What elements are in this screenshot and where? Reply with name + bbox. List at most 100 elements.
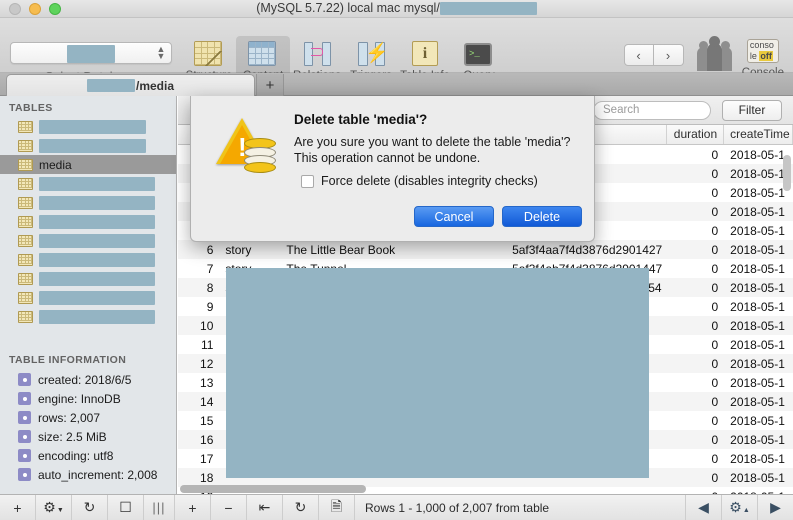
cell-duration: 0	[711, 394, 719, 409]
info-engine-text: engine: InnoDB	[38, 391, 121, 406]
tables-list[interactable]: media	[0, 117, 176, 326]
cell-id: 14	[200, 394, 214, 409]
refresh-rows-button[interactable]: ↻	[283, 495, 319, 520]
table-list-item[interactable]	[0, 136, 176, 155]
remove-row-button[interactable]: −	[211, 495, 247, 520]
table-list-item[interactable]	[0, 174, 176, 193]
info-row-created: created: 2018/6/5	[0, 370, 176, 389]
table-list-item-media[interactable]: media	[0, 155, 176, 174]
table-icon	[18, 139, 33, 152]
table-list-item[interactable]	[0, 193, 176, 212]
cell-id: 11	[200, 337, 214, 352]
dialog-message-line1: Are you sure you want to delete the tabl…	[294, 135, 571, 149]
table-name-label: media	[39, 157, 72, 172]
cell-duration: 0	[711, 470, 719, 485]
vertical-scrollbar-thumb[interactable]	[783, 155, 791, 191]
add-row-button[interactable]: +	[175, 495, 211, 520]
users-icon	[696, 36, 732, 71]
table-list-item[interactable]	[0, 231, 176, 250]
table-icon	[18, 215, 33, 228]
bullet-icon	[18, 411, 31, 424]
force-delete-label: Force delete (disables integrity checks)	[321, 174, 538, 188]
structure-icon	[194, 41, 224, 67]
add-table-button[interactable]: +	[0, 495, 36, 520]
dialog-buttons: Cancel Delete	[414, 206, 582, 227]
horizontal-scrollbar[interactable]	[178, 484, 783, 494]
duplicate-row-button[interactable]: ⇤	[247, 495, 283, 520]
info-rows-text: rows: 2,007	[38, 410, 101, 425]
console-badge-line2: le	[749, 51, 757, 61]
cell-duration: 0	[711, 356, 719, 371]
vertical-scrollbar[interactable]	[783, 147, 792, 477]
table-history-buttons[interactable]: ‹ ›	[623, 44, 684, 66]
search-input[interactable]: Search	[593, 101, 711, 120]
cancel-button[interactable]: Cancel	[414, 206, 494, 227]
table-name-redaction	[39, 138, 146, 153]
select-database-dropdown[interactable]: ▲ ▼	[10, 42, 172, 64]
dialog-message-line2: This operation cannot be undone.	[294, 151, 481, 165]
table-list-item[interactable]	[0, 307, 176, 326]
copy-rows-button[interactable]: 🗎	[319, 495, 355, 520]
tab-active-media[interactable]: /media	[6, 74, 255, 96]
table-list-item[interactable]	[0, 269, 176, 288]
table-row[interactable]: 6 story The Little Bear Book 5af3f4aa7f4d38…	[178, 240, 793, 259]
horizontal-scrollbar-thumb[interactable]	[180, 485, 366, 493]
cell-duration: 0	[711, 242, 719, 257]
force-delete-checkbox[interactable]	[301, 174, 314, 188]
cell-duration: 0	[711, 432, 719, 447]
table-name-redaction	[39, 119, 146, 134]
tab-database-redaction	[86, 79, 135, 92]
cell-id: 9	[206, 299, 214, 314]
table-list-item[interactable]	[0, 117, 176, 136]
next-page-button[interactable]: ▶	[757, 495, 793, 520]
table-list-item[interactable]	[0, 250, 176, 269]
cell-id: 12	[200, 356, 214, 371]
console-badge-line1: conso	[749, 40, 774, 50]
window-title-text: (MySQL 5.7.22) local mac mysql/	[256, 1, 440, 15]
query-terminal-icon: >_	[464, 41, 494, 67]
table-name-redaction	[39, 233, 155, 248]
sidebar-resize-grip[interactable]: |||	[144, 500, 174, 515]
table-information-header: TABLE INFORMATION	[9, 354, 127, 366]
info-row-rows: rows: 2,007	[0, 408, 176, 427]
info-row-engine: engine: InnoDB	[0, 389, 176, 408]
delete-button[interactable]: Delete	[502, 206, 582, 227]
pagination-settings-button[interactable]: ⚙ ▲	[721, 495, 757, 520]
table-icon	[18, 291, 33, 304]
force-delete-checkbox-row[interactable]: Force delete (disables integrity checks)	[294, 174, 538, 188]
export-tables-button[interactable]: ☐	[108, 495, 144, 520]
filter-button[interactable]: Filter	[722, 100, 782, 121]
info-created-text: created: 2018/6/5	[38, 372, 132, 387]
sidebar: TABLES media TABLE INFORMATION created: …	[0, 96, 177, 494]
triggers-icon: ⚡	[356, 41, 389, 67]
pagination-controls: ◀ ⚙ ▲ ▶	[685, 495, 793, 520]
column-header-duration[interactable]: duration	[667, 125, 725, 144]
new-tab-button[interactable]: +	[256, 74, 284, 96]
column-header-createtime[interactable]: createTime	[724, 125, 793, 144]
dialog-message: Are you sure you want to delete the tabl…	[294, 134, 579, 166]
content-grid-icon	[248, 41, 278, 67]
table-icon	[18, 158, 33, 171]
warning-database-icon: !	[216, 118, 278, 174]
table-list-item[interactable]	[0, 288, 176, 307]
table-name-redaction	[39, 214, 155, 229]
tab-bar: /media +	[0, 73, 793, 96]
table-icon	[18, 272, 33, 285]
main-toolbar: ▲▼ Select Database Structure Content Re	[0, 18, 793, 88]
history-back-icon[interactable]: ‹	[623, 44, 654, 66]
tab-label: /media	[135, 78, 174, 93]
cell-id: 8	[206, 280, 214, 295]
table-settings-button[interactable]: ⚙ ▼	[36, 495, 72, 520]
previous-page-button[interactable]: ◀	[685, 495, 721, 520]
table-list-item[interactable]	[0, 212, 176, 231]
title-bar: (MySQL 5.7.22) local mac mysql/	[0, 0, 793, 18]
table-icon	[18, 310, 33, 323]
table-name-redaction	[39, 195, 155, 210]
rows-status-text: Rows 1 - 1,000 of 2,007 from table	[365, 500, 550, 515]
cell-duration: 0	[711, 318, 719, 333]
refresh-tables-button[interactable]: ↻	[72, 495, 108, 520]
cell-id: 13	[200, 375, 214, 390]
history-forward-icon[interactable]: ›	[653, 44, 684, 66]
cell-hash: 5af3f4aa7f4d3876d2901427	[512, 242, 663, 257]
table-information-list: created: 2018/6/5 engine: InnoDB rows: 2…	[0, 370, 176, 484]
